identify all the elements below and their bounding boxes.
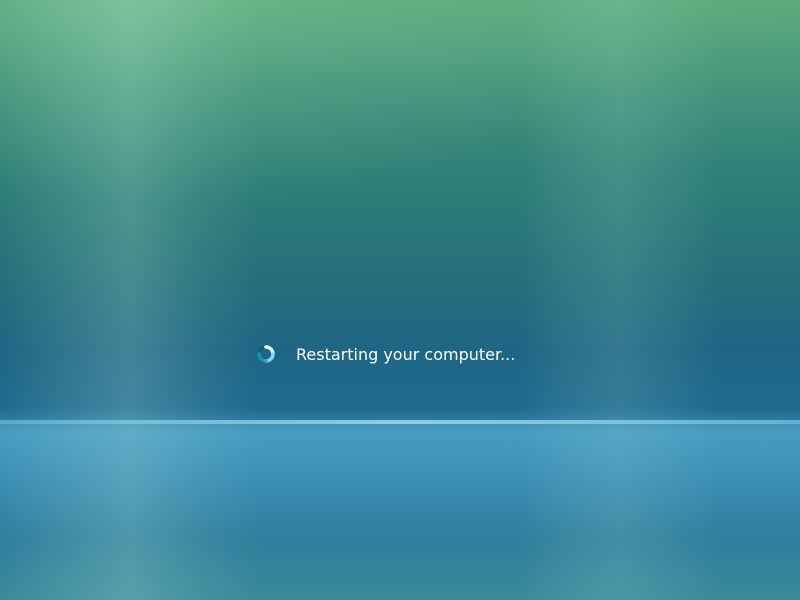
- restart-status: Restarting your computer...: [256, 342, 515, 366]
- restart-screen: Restarting your computer...: [0, 0, 800, 600]
- status-message: Restarting your computer...: [296, 344, 516, 364]
- floor-reflection: [0, 424, 800, 600]
- loading-spinner-icon: [256, 344, 276, 364]
